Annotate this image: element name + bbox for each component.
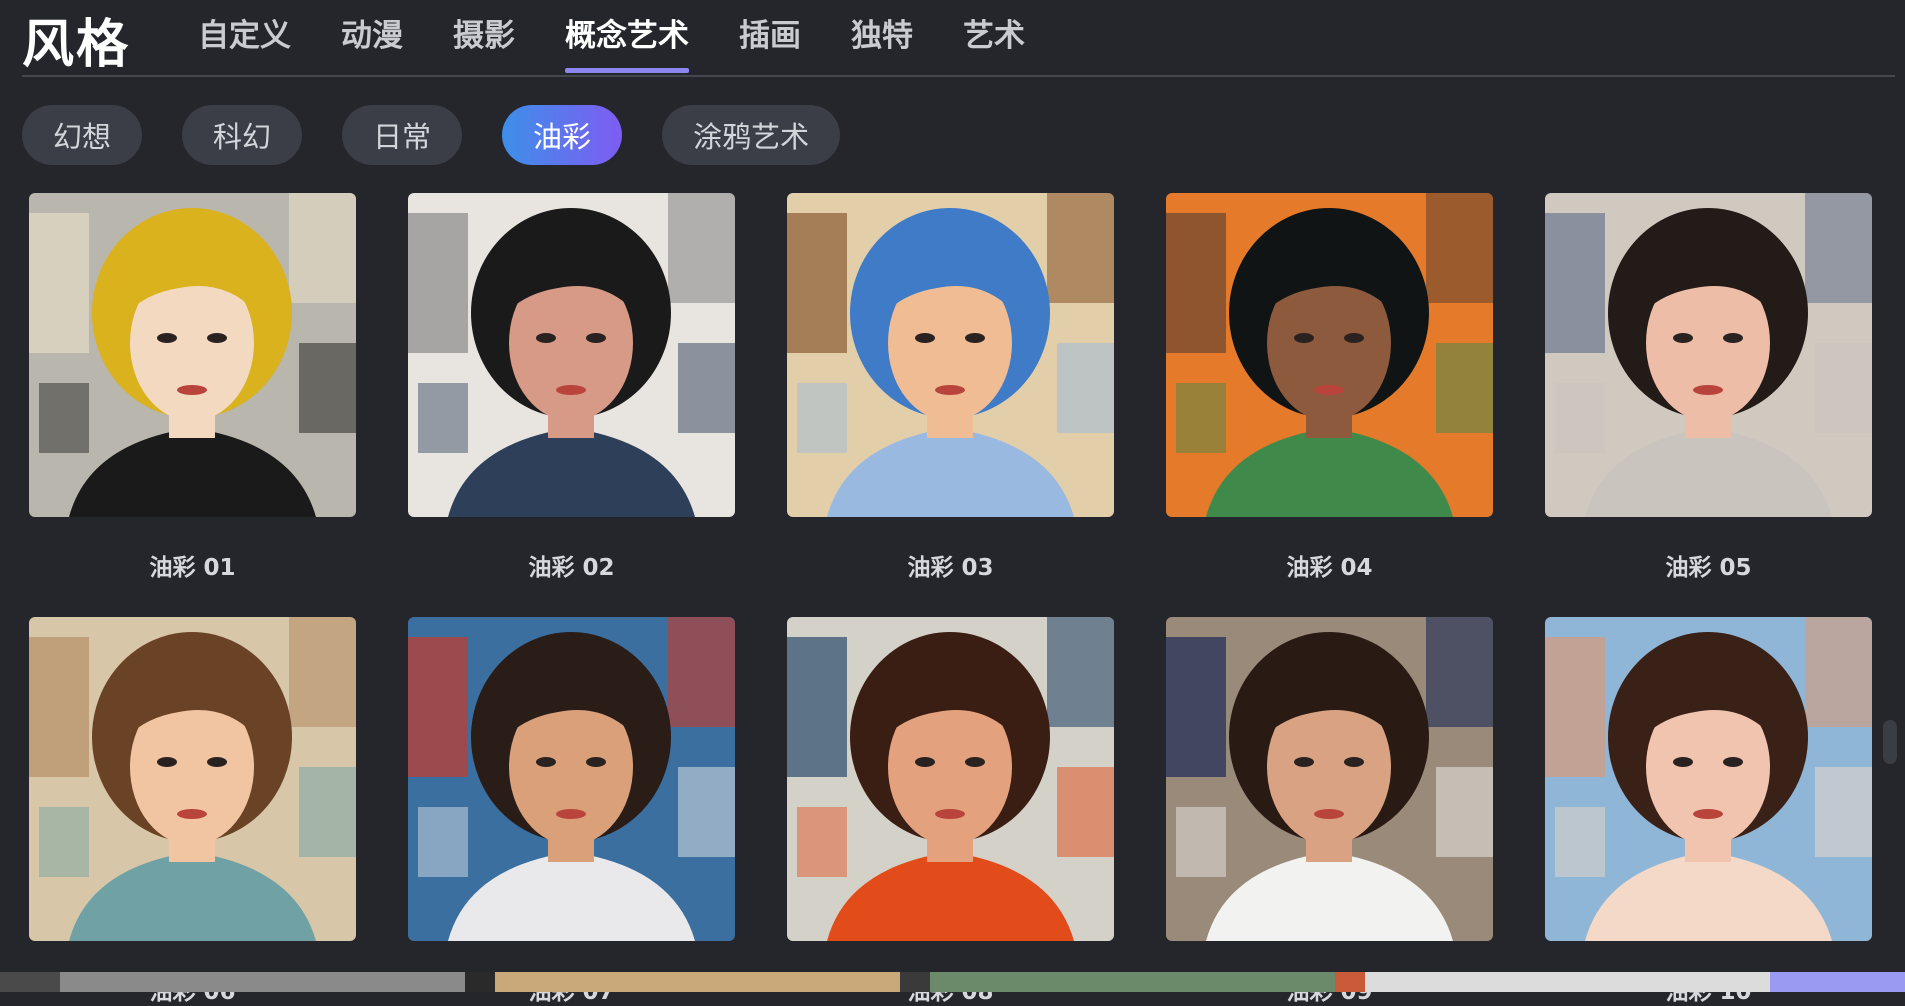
tab-unique[interactable]: 独特 <box>851 10 913 73</box>
style-thumbnail <box>787 617 1114 941</box>
portrait-painting-image <box>29 193 356 517</box>
style-card[interactable]: 油彩 09 <box>1166 617 1493 1006</box>
page-title: 风格 <box>22 15 131 75</box>
style-card[interactable]: 油彩 02 <box>408 193 735 582</box>
style-thumbnail <box>1166 193 1493 517</box>
tab-concept-art[interactable]: 概念艺术 <box>565 10 689 73</box>
portrait-painting-image <box>787 193 1114 517</box>
style-thumbnail <box>1545 193 1872 517</box>
tab-illustration[interactable]: 插画 <box>739 10 801 73</box>
style-card-label: 油彩 04 <box>1286 555 1373 581</box>
chip-fantasy[interactable]: 幻想 <box>22 105 143 165</box>
style-card[interactable]: 油彩 01 <box>29 193 356 582</box>
style-card-label: 油彩 03 <box>907 555 994 581</box>
style-thumbnail <box>29 617 356 941</box>
portrait-painting-image <box>1166 617 1493 941</box>
style-card[interactable]: 油彩 10 <box>1545 617 1872 1006</box>
style-card[interactable]: 油彩 03 <box>787 193 1114 582</box>
tab-custom[interactable]: 自定义 <box>198 10 291 73</box>
partial-thumbnail <box>495 972 900 992</box>
chip-daily[interactable]: 日常 <box>342 105 463 165</box>
chip-graffiti-art[interactable]: 涂鸦艺术 <box>662 105 841 165</box>
partial-thumbnail <box>930 972 1335 992</box>
style-thumbnail <box>408 617 735 941</box>
style-card-label: 油彩 05 <box>1665 555 1752 581</box>
header: 风格 自定义 动漫 摄影 概念艺术 插画 独特 艺术 <box>0 0 1905 76</box>
style-card[interactable]: 油彩 07 <box>408 617 735 1006</box>
partial-thumbnail <box>60 972 465 992</box>
portrait-painting-image <box>408 193 735 517</box>
tab-photography[interactable]: 摄影 <box>453 10 515 73</box>
partial-thumbnail <box>900 972 930 992</box>
portrait-painting-image <box>1166 193 1493 517</box>
style-thumbnail <box>787 193 1114 517</box>
style-card-label: 油彩 01 <box>149 555 236 581</box>
header-divider <box>22 75 1895 77</box>
style-thumbnail <box>1545 617 1872 941</box>
scrollbar-thumb[interactable] <box>1883 720 1897 764</box>
partial-thumbnail <box>0 972 60 992</box>
portrait-painting-image <box>408 617 735 941</box>
tab-art[interactable]: 艺术 <box>963 10 1025 73</box>
style-card[interactable]: 油彩 04 <box>1166 193 1493 582</box>
next-row-preview <box>0 972 1905 992</box>
portrait-painting-image <box>1545 193 1872 517</box>
chip-scifi[interactable]: 科幻 <box>182 105 303 165</box>
style-card[interactable]: 油彩 06 <box>29 617 356 1006</box>
partial-thumbnail <box>1365 972 1770 992</box>
style-card-label: 油彩 02 <box>528 555 615 581</box>
partial-thumbnail <box>465 972 495 992</box>
chip-oil-paint[interactable]: 油彩 <box>502 105 623 165</box>
style-card[interactable]: 油彩 05 <box>1545 193 1872 582</box>
partial-thumbnail <box>1335 972 1365 992</box>
portrait-painting-image <box>1545 617 1872 941</box>
tab-anime[interactable]: 动漫 <box>341 10 403 73</box>
partial-thumbnail <box>1770 972 1905 992</box>
portrait-painting-image <box>787 617 1114 941</box>
style-thumbnail <box>1166 617 1493 941</box>
style-thumbnail <box>408 193 735 517</box>
portrait-painting-image <box>29 617 356 941</box>
style-card[interactable]: 油彩 08 <box>787 617 1114 1006</box>
category-tabs: 自定义 动漫 摄影 概念艺术 插画 独特 艺术 <box>198 10 1075 73</box>
style-thumbnail <box>29 193 356 517</box>
filter-chips: 幻想 科幻 日常 油彩 涂鸦艺术 <box>22 105 880 165</box>
